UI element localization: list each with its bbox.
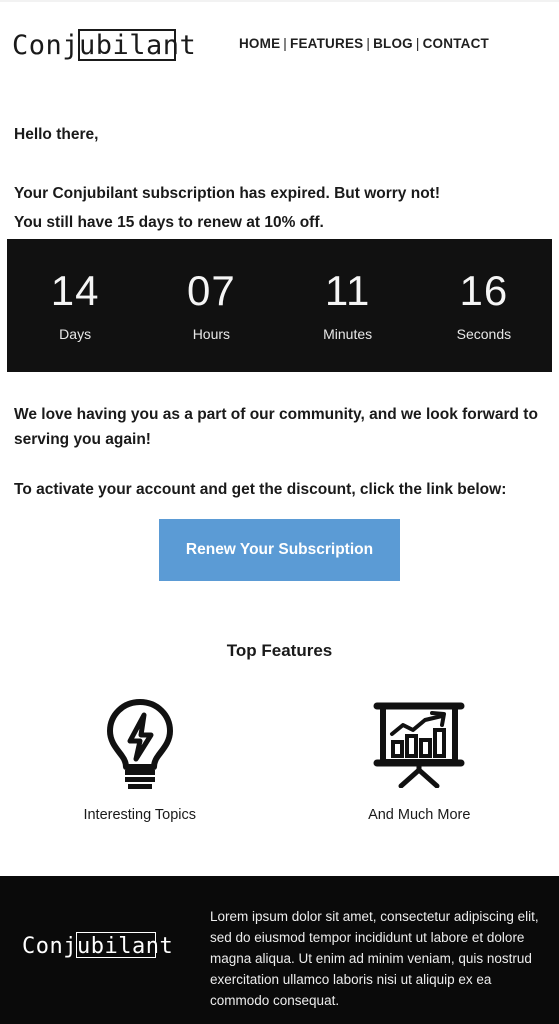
countdown-label-hours: Hours xyxy=(192,326,231,342)
features-grid: Interesting Topics And Much More xyxy=(0,695,559,823)
countdown-value-seconds: 16 xyxy=(459,267,509,314)
footer-brand-logo[interactable]: Conjubilant xyxy=(22,932,174,972)
feature-item-and-much-more: And Much More xyxy=(280,695,559,823)
footer-copy-text: Lorem ipsum dolor sit amet, consectetur … xyxy=(210,909,539,1008)
feature-label-interesting-topics: Interesting Topics xyxy=(83,807,197,823)
nav-item-features[interactable]: FEATURES xyxy=(290,36,363,51)
countdown-label-minutes: Minutes xyxy=(323,326,373,342)
nav-item-home[interactable]: HOME xyxy=(239,36,280,51)
countdown-unit-seconds: 16 Seconds xyxy=(416,267,552,344)
nav-separator-3: | xyxy=(415,36,420,51)
mid-paragraph-2: To activate your account and get the dis… xyxy=(14,481,507,498)
countdown-value-minutes: 11 xyxy=(324,267,371,314)
greeting-text: Hello there, xyxy=(14,126,99,143)
countdown-unit-minutes: 11 Minutes xyxy=(280,267,416,344)
countdown-value-hours: 07 xyxy=(187,267,236,314)
features-section-title: Top Features xyxy=(226,641,333,660)
intro-line-1: Your Conjubilant subscription has expire… xyxy=(14,185,440,202)
mid-paragraph-1: We love having you as a part of our comm… xyxy=(14,406,538,448)
renew-subscription-button[interactable]: Renew Your Subscription xyxy=(159,519,400,581)
email-page: Conjubilant HOME | FEATURES | BLOG | CONTACT H… xyxy=(0,0,559,1024)
nav-separator-1: | xyxy=(283,36,287,51)
countdown-unit-days: 14 Days xyxy=(7,267,143,344)
feature-label-and-much-more: And Much More xyxy=(368,807,471,823)
feature-item-interesting-topics: Interesting Topics xyxy=(0,695,280,823)
main-nav: HOME | FEATURES | BLOG | CONTACT xyxy=(239,36,489,51)
countdown-label-days: Days xyxy=(59,326,92,342)
countdown-unit-hours: 07 Hours xyxy=(143,267,279,344)
countdown-label-seconds: Seconds xyxy=(456,326,512,342)
nav-separator-2: | xyxy=(366,36,371,51)
nav-item-blog[interactable]: BLOG xyxy=(373,36,413,51)
page-header: Conjubilant HOME | FEATURES | BLOG | CONTACT xyxy=(0,0,559,90)
footer-brand-logo-text: Conjubilant xyxy=(22,934,174,959)
intro-line-2: You still have 15 days to renew at 10% o… xyxy=(14,214,324,231)
page-footer: Conjubilant Lorem ipsum dolor sit amet, … xyxy=(0,874,559,1024)
lightbulb-icon xyxy=(0,695,280,791)
nav-item-contact[interactable]: CONTACT xyxy=(423,36,489,51)
intro-copy: Hello there, Your Conjubilant subscripti… xyxy=(14,120,544,237)
brand-logo-text: Conjubilant xyxy=(12,29,197,61)
brand-logo[interactable]: Conjubilant xyxy=(10,24,196,66)
mid-copy: We love having you as a part of our comm… xyxy=(14,402,544,502)
countdown-timer: 14 Days 07 Hours 11 Minutes 16 Seconds xyxy=(7,239,552,372)
presentation-chart-icon xyxy=(280,695,559,791)
countdown-value-days: 14 xyxy=(50,267,100,314)
